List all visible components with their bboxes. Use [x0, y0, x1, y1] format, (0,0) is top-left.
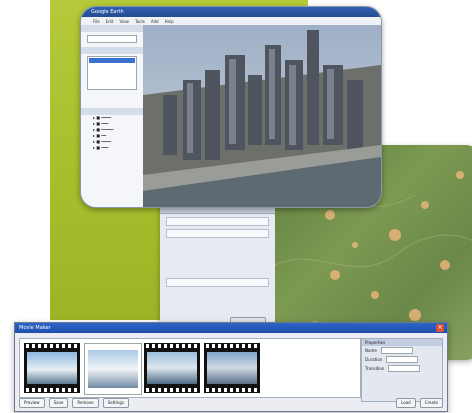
options-row[interactable] — [166, 278, 269, 287]
filmstrip — [19, 338, 361, 398]
load-button[interactable]: Load — [396, 398, 416, 408]
earth-window-title: Google Earth — [91, 9, 124, 15]
options-row[interactable] — [166, 217, 269, 226]
remove-button[interactable]: Remove — [72, 398, 99, 408]
options-row[interactable] — [166, 229, 269, 238]
property-field[interactable] — [388, 365, 421, 372]
property-label: Transition — [365, 366, 385, 371]
search-panel-header — [81, 25, 143, 32]
property-field[interactable] — [386, 356, 419, 363]
film-frame[interactable] — [204, 343, 260, 393]
properties-header: Properties — [362, 339, 442, 346]
earth-browser-window: Google Earth File Edit View Tools Add He… — [80, 6, 382, 208]
film-frame[interactable] — [24, 343, 80, 393]
sidebar: ▸ ■ ━━━━ ▸ ■ ━━━ ▸ ■ ━━━━━ ▸ ■ ━━ ▸ ■ ━━… — [81, 25, 144, 207]
settings-button[interactable]: Settings — [102, 398, 130, 408]
film-frame[interactable] — [144, 343, 200, 393]
close-icon[interactable]: × — [436, 324, 444, 332]
movie-maker-window: Movie Maker × Properties Name Duration T… — [14, 322, 448, 412]
menu-view[interactable]: View — [119, 19, 129, 24]
layers-panel-header — [81, 108, 143, 115]
search-input[interactable] — [87, 35, 137, 43]
earth-window-titlebar[interactable]: Google Earth — [81, 7, 381, 17]
selected-place[interactable] — [89, 58, 135, 63]
save-button[interactable]: Save — [48, 398, 69, 408]
city-buildings-render — [143, 25, 381, 207]
movie-window-title: Movie Maker — [19, 325, 51, 331]
places-list[interactable] — [87, 56, 137, 90]
properties-panel: Properties Name Duration Transition — [361, 338, 443, 402]
menu-file[interactable]: File — [93, 19, 100, 24]
property-label: Duration — [365, 357, 383, 362]
menu-help[interactable]: Help — [165, 19, 174, 24]
property-row: Duration — [362, 355, 442, 364]
property-row: Name — [362, 346, 442, 355]
movie-window-titlebar[interactable]: Movie Maker — [15, 323, 447, 333]
menu-edit[interactable]: Edit — [106, 19, 114, 24]
menu-add[interactable]: Add — [151, 19, 159, 24]
property-row: Transition — [362, 364, 442, 373]
3d-city-view[interactable] — [143, 25, 381, 207]
menu-bar: File Edit View Tools Add Help — [81, 17, 381, 25]
property-label: Name — [365, 348, 377, 353]
film-frame-selected[interactable] — [84, 343, 142, 395]
button-bar: Preview Save Remove Settings Load Create — [19, 398, 443, 408]
create-button[interactable]: Create — [419, 398, 443, 408]
layer-tree-item[interactable]: ▸ ■ ━━━ — [81, 145, 143, 151]
preview-button[interactable]: Preview — [19, 398, 45, 408]
places-panel-header — [81, 47, 143, 54]
menu-tools[interactable]: Tools — [135, 19, 145, 24]
property-field[interactable] — [380, 347, 413, 354]
